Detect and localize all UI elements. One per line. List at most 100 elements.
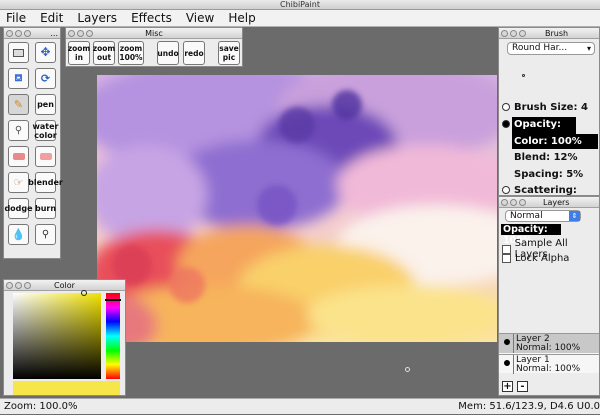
- spacing-slider[interactable]: Spacing: 5%: [512, 167, 585, 182]
- drawing-canvas[interactable]: [97, 75, 497, 342]
- visibility-icon[interactable]: [504, 360, 510, 366]
- eyedropper-icon: ⚲: [14, 125, 23, 136]
- close-icon[interactable]: [6, 30, 13, 37]
- picker-icon: ⚲: [41, 229, 50, 240]
- smudge-tool[interactable]: ☞: [8, 172, 29, 193]
- fill-tool[interactable]: ⛾: [8, 68, 29, 89]
- menu-help[interactable]: Help: [228, 11, 255, 25]
- redo-button[interactable]: redo: [183, 41, 205, 65]
- color-palette: Color: [3, 279, 126, 396]
- minimize-icon[interactable]: [510, 199, 517, 206]
- menu-layers[interactable]: Layers: [77, 11, 117, 25]
- brush-palette: Brush Round Har... ▾ Brush Size: 4 Opaci…: [498, 27, 600, 211]
- close-icon[interactable]: [501, 199, 508, 206]
- opacity-radio[interactable]: [502, 120, 510, 128]
- brush-type-select[interactable]: Round Har... ▾: [507, 42, 595, 55]
- layers-palette: Layers Normal ⇕ Opacity: 100% Sample All…: [498, 196, 600, 396]
- zoom-icon[interactable]: [519, 30, 526, 37]
- rotate-tool[interactable]: ⟳: [35, 68, 56, 89]
- rect-select-tool[interactable]: [8, 42, 29, 63]
- zoom-icon[interactable]: [24, 282, 31, 289]
- remove-layer-button[interactable]: -: [517, 381, 528, 392]
- brush-size-slider[interactable]: Brush Size: 4: [512, 100, 590, 115]
- eyedropper-tool[interactable]: ⚲: [8, 120, 29, 141]
- move-tool[interactable]: ✥: [35, 42, 56, 63]
- zoom-100-button[interactable]: zoom 100%: [118, 41, 144, 65]
- lock-alpha-checkbox[interactable]: Lock Alpha: [502, 253, 569, 264]
- brush-palette-header[interactable]: Brush: [499, 28, 599, 39]
- zoom-in-button[interactable]: zoom in: [68, 41, 90, 65]
- pencil-icon: ✎: [13, 98, 24, 111]
- scattering-radio[interactable]: [502, 186, 510, 194]
- layer-blend: Normal: 100%: [516, 364, 581, 374]
- blend-mode-select[interactable]: Normal ⇕: [505, 210, 581, 222]
- close-icon[interactable]: [68, 30, 75, 37]
- spacing-row[interactable]: Spacing: 5%: [499, 167, 599, 182]
- blender-tool[interactable]: blender: [28, 172, 63, 193]
- brush-size-row[interactable]: Brush Size: 4: [499, 100, 599, 115]
- soft-eraser-tool[interactable]: [35, 146, 56, 167]
- smudge-icon: ☞: [13, 176, 24, 189]
- color-picker-tool[interactable]: ⚲: [35, 224, 56, 245]
- pen-tool-label: pen: [37, 100, 54, 109]
- zoom-out-button[interactable]: zoom out: [93, 41, 115, 65]
- burn-tool[interactable]: burn: [35, 198, 56, 219]
- opacity-row[interactable]: Opacity: 194: [499, 117, 599, 147]
- rect-select-icon: [13, 48, 24, 57]
- eraser-tool[interactable]: [8, 146, 29, 167]
- checkbox-icon: [502, 254, 511, 263]
- blend-row[interactable]: Blend: 12%: [499, 150, 599, 165]
- picker-cursor-icon: [81, 290, 87, 296]
- visibility-icon[interactable]: [504, 339, 510, 345]
- color-palette-header[interactable]: Color: [4, 280, 125, 291]
- layer-opacity-slider[interactable]: Opacity: 100%: [501, 224, 561, 246]
- menu-view[interactable]: View: [186, 11, 214, 25]
- minimize-icon[interactable]: [77, 30, 84, 37]
- zoom-icon[interactable]: [86, 30, 93, 37]
- tools-palette-header[interactable]: ...: [4, 28, 60, 39]
- misc-palette-header[interactable]: Misc: [66, 28, 242, 39]
- color-row[interactable]: Color: 100%: [499, 134, 599, 149]
- pencil-tool[interactable]: ✎: [8, 94, 29, 115]
- saturation-value-picker[interactable]: [13, 290, 101, 379]
- misc-palette-title: Misc: [145, 29, 163, 38]
- pen-tool[interactable]: pen: [35, 94, 56, 115]
- blender-tool-label: blender: [28, 178, 63, 187]
- brush-type-value: Round Har...: [512, 43, 568, 53]
- color-slider[interactable]: Color: 100%: [512, 134, 598, 149]
- fill-bucket-icon: ⛾: [14, 73, 23, 84]
- misc-palette: Misc zoom in zoom out zoom 100% undo red…: [65, 27, 243, 67]
- menu-effects[interactable]: Effects: [131, 11, 172, 25]
- zoom-status: Zoom: 100.0%: [4, 401, 78, 412]
- close-icon[interactable]: [501, 30, 508, 37]
- layer-row-2[interactable]: Layer 2 Normal: 100%: [499, 334, 599, 353]
- close-icon[interactable]: [6, 282, 13, 289]
- chevron-down-icon: ▾: [586, 44, 591, 53]
- add-layer-button[interactable]: +: [502, 381, 513, 392]
- stepper-icon: ⇕: [569, 211, 580, 221]
- lock-alpha-label: Lock Alpha: [515, 253, 570, 264]
- save-pic-button[interactable]: save pic: [218, 41, 240, 65]
- watercolor-tool[interactable]: water color: [33, 120, 59, 141]
- burn-tool-label: burn: [34, 204, 57, 213]
- cursor-icon: [405, 367, 410, 372]
- menu-file[interactable]: File: [6, 11, 26, 25]
- layer-row-1[interactable]: Layer 1 Normal: 100%: [499, 354, 599, 374]
- zoom-icon[interactable]: [24, 30, 31, 37]
- menu-edit[interactable]: Edit: [40, 11, 63, 25]
- undo-button[interactable]: undo: [157, 41, 179, 65]
- minimize-icon[interactable]: [15, 30, 22, 37]
- dodge-tool[interactable]: dodge: [4, 198, 33, 219]
- water-drop-icon: 💧: [11, 228, 26, 241]
- brush-size-radio[interactable]: [502, 103, 510, 111]
- tools-palette: ... ✥ ⛾ ⟳ ✎ pen ⚲ water color ☞ blender …: [3, 27, 63, 259]
- zoom-icon[interactable]: [519, 199, 526, 206]
- blur-tool[interactable]: 💧: [8, 224, 29, 245]
- minimize-icon[interactable]: [15, 282, 22, 289]
- minimize-icon[interactable]: [510, 30, 517, 37]
- hue-slider[interactable]: [105, 293, 121, 379]
- blend-slider[interactable]: Blend: 12%: [512, 150, 580, 165]
- layers-palette-title: Layers: [543, 198, 570, 207]
- layers-list: Layer 2 Normal: 100% Layer 1 Normal: 100%: [499, 333, 599, 374]
- layers-palette-header[interactable]: Layers: [499, 197, 599, 208]
